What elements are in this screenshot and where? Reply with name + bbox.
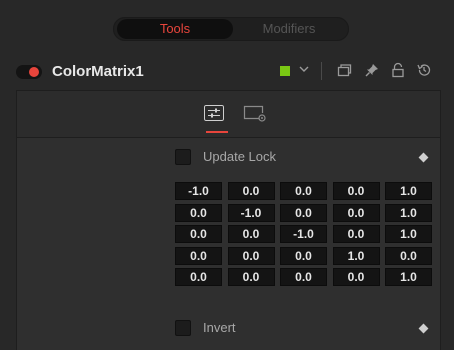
matrix-cell-r0-c2[interactable]: 0.0: [280, 182, 327, 200]
matrix-cell-r2-c3[interactable]: 0.0: [332, 225, 380, 243]
matrix-cell-r2-c0[interactable]: 0.0: [175, 225, 222, 243]
matrix-cell-r4-c4[interactable]: 1.0: [385, 268, 432, 286]
update-lock-checkbox[interactable]: [175, 149, 191, 165]
matrix-cell-r3-c3[interactable]: 1.0: [332, 246, 380, 265]
tools-modifiers-tabbar: Tools Modifiers: [113, 17, 349, 41]
matrix-cell-r1-c0[interactable]: 0.0: [175, 203, 222, 222]
node-color-swatch[interactable]: [280, 66, 290, 76]
invert-label: Invert: [203, 320, 236, 335]
matrix-cell-r4-c0[interactable]: 0.0: [175, 268, 222, 286]
invert-checkbox[interactable]: [175, 320, 191, 336]
toggle-dot: [29, 67, 39, 77]
matrix-cell-r4-c1[interactable]: 0.0: [227, 268, 275, 286]
matrix-cell-r1-c3[interactable]: 0.0: [332, 203, 380, 222]
node-enable-toggle[interactable]: [16, 65, 42, 79]
matrix-cell-r1-c1[interactable]: -1.0: [227, 203, 275, 222]
matrix-cell-r0-c3[interactable]: 0.0: [332, 182, 380, 200]
matrix-cell-r3-c1[interactable]: 0.0: [227, 246, 275, 265]
update-lock-label: Update Lock: [203, 149, 276, 164]
reset-icon[interactable]: [416, 62, 432, 78]
keyframe-diamond-icon[interactable]: [418, 323, 429, 334]
tab-tools[interactable]: Tools: [117, 19, 233, 39]
matrix-cell-r2-c2[interactable]: -1.0: [280, 225, 327, 243]
matrix-cell-r1-c4[interactable]: 1.0: [385, 203, 432, 222]
tab-modifiers[interactable]: Modifiers: [233, 17, 345, 41]
matrix-cell-r0-c4[interactable]: 1.0: [385, 182, 432, 200]
matrix-cell-r0-c1[interactable]: 0.0: [227, 182, 275, 200]
chevron-down-icon[interactable]: [297, 62, 311, 76]
matrix-cell-r3-c4[interactable]: 0.0: [385, 246, 432, 265]
node-header: ColorMatrix1: [0, 55, 454, 89]
inspector-panel: Update Lock -1.0 0.0 0.0 0.0 1.0 0.0 -1.0 0.0 0.…: [16, 90, 441, 350]
matrix-cell-r0-c0[interactable]: -1.0: [175, 182, 222, 200]
window-icon[interactable]: [336, 62, 352, 78]
header-divider: [321, 62, 322, 80]
matrix-cell-r3-c0[interactable]: 0.0: [175, 246, 222, 265]
matrix-cell-r2-c1[interactable]: 0.0: [227, 225, 275, 243]
matrix-cell-r1-c2[interactable]: 0.0: [280, 203, 327, 222]
matrix-cell-r2-c4[interactable]: 1.0: [385, 225, 432, 243]
active-tab-indicator: [206, 131, 228, 133]
settings-icon[interactable]: [243, 105, 267, 123]
panel-tabbar: [17, 91, 440, 138]
matrix-cell-r4-c3[interactable]: 0.0: [332, 268, 380, 286]
matrix-cell-r4-c2[interactable]: 0.0: [280, 268, 327, 286]
lock-icon[interactable]: [390, 62, 406, 78]
sliders-icon[interactable]: [204, 105, 224, 121]
keyframe-diamond-icon[interactable]: [418, 152, 429, 163]
matrix-cell-r3-c2[interactable]: 0.0: [280, 246, 327, 265]
pin-icon[interactable]: [364, 62, 380, 78]
node-title: ColorMatrix1: [52, 63, 144, 80]
